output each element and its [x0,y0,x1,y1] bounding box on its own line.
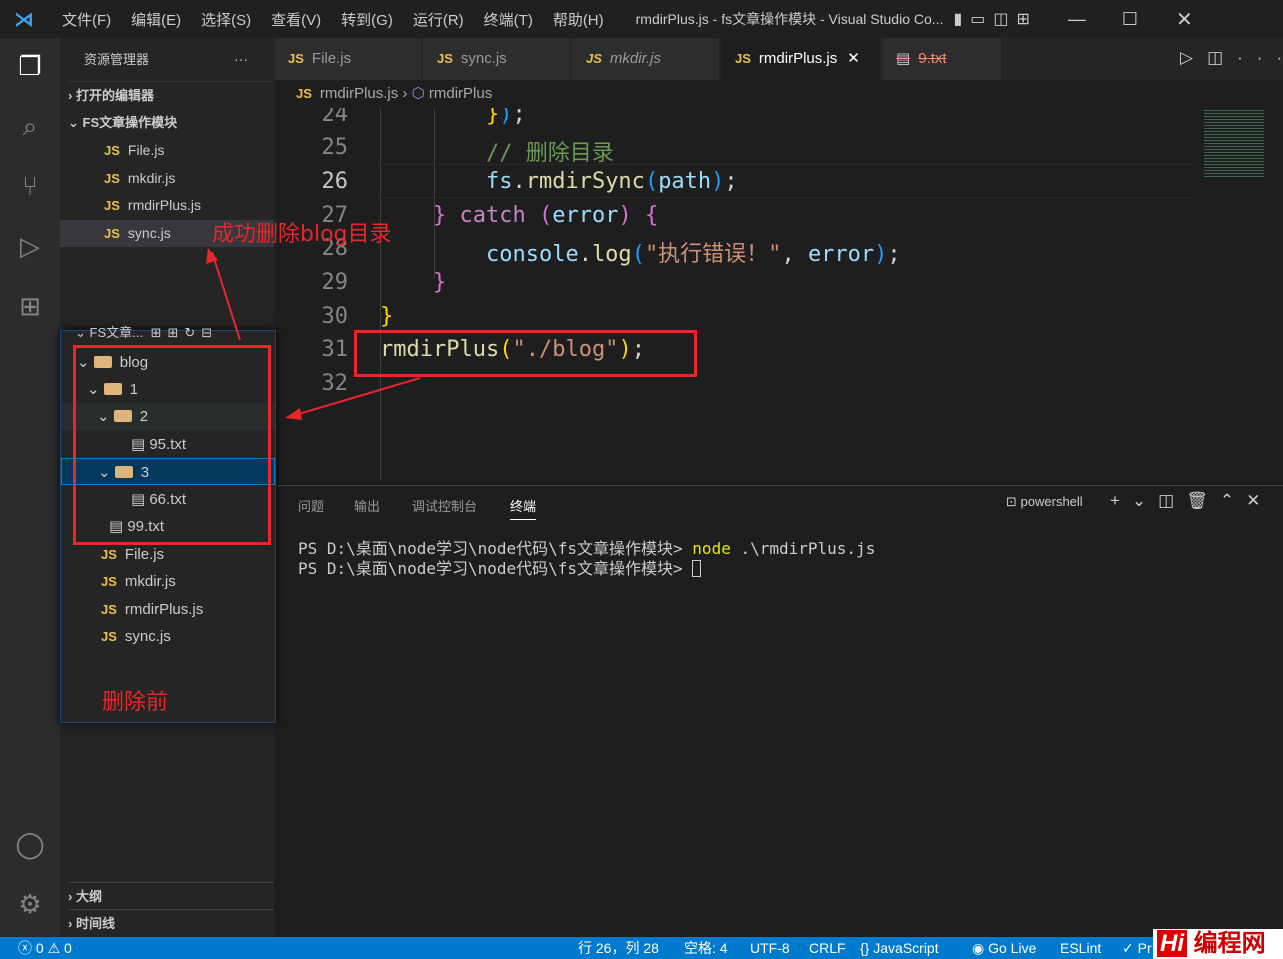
encoding[interactable]: UTF-8 [750,937,790,959]
prettier[interactable]: ✓ Pr [1122,937,1152,959]
annotation-arrows [206,248,421,420]
arrow-head [206,248,218,264]
go-live[interactable]: ◉ Go Live [972,937,1036,959]
status-bar: ⓧ 0 ⚠ 0 行 26，列 28 空格: 4 UTF-8 CRLF {} Ja… [0,929,1283,959]
cursor-position[interactable]: 行 26，列 28 [578,937,659,959]
language-mode[interactable]: {} JavaScript [860,937,939,959]
arrow-to-tree [291,377,421,417]
arrow-to-sidebar [211,251,241,341]
problems-status[interactable]: ⓧ 0 ⚠ 0 [18,937,72,959]
indentation[interactable]: 空格: 4 [684,937,728,959]
arrow-head [285,408,302,420]
watermark-logo: Hi 编程网 [1153,929,1283,959]
line-ending[interactable]: CRLF [809,937,846,959]
eslint[interactable]: ESLint [1060,937,1101,959]
